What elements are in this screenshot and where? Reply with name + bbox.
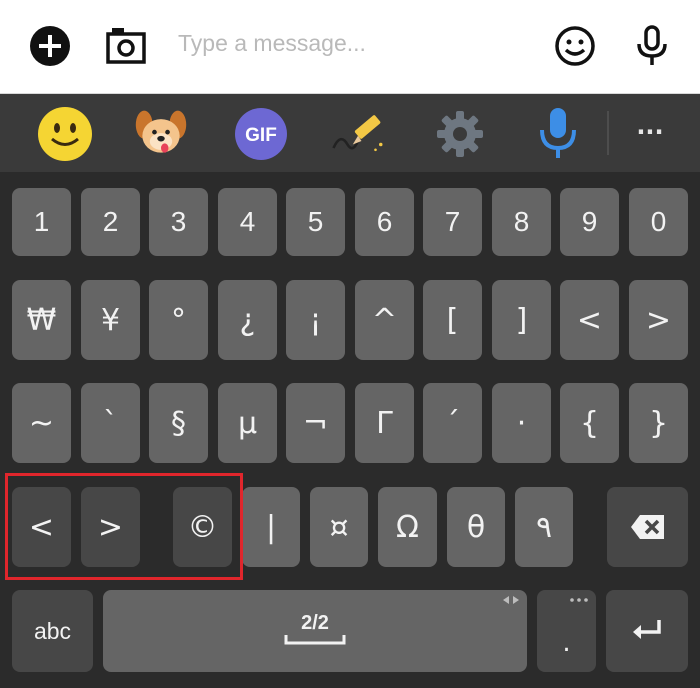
emoji-face-icon[interactable]: [37, 106, 93, 162]
space-icon: [284, 634, 346, 644]
highlight-box: [5, 473, 243, 580]
symbol-keyboard: 1 2 3 4 5 6 7 8 9 0 ₩ ¥ ° ¿ ¡ ^ [ ] < > …: [0, 172, 700, 688]
emoji-icon[interactable]: [551, 22, 599, 70]
compose-bar: Type a message...: [0, 0, 700, 94]
key-left-bracket[interactable]: [: [423, 280, 482, 360]
more-dots-icon: [570, 598, 588, 602]
key-inverted-question[interactable]: ¿: [218, 280, 277, 360]
message-input[interactable]: Type a message...: [178, 30, 366, 57]
backspace-icon: [630, 515, 664, 539]
key-theta[interactable]: θ: [447, 487, 505, 567]
key-not[interactable]: ¬: [286, 383, 345, 463]
key-middle-dot[interactable]: ·: [492, 383, 551, 463]
key-0[interactable]: 0: [629, 188, 688, 256]
key-micro[interactable]: µ: [218, 383, 277, 463]
key-won[interactable]: ₩: [12, 280, 71, 360]
microphone-icon[interactable]: [628, 22, 676, 70]
key-degree[interactable]: °: [149, 280, 208, 360]
key-greater-than[interactable]: >: [629, 280, 688, 360]
enter-icon: [633, 620, 661, 639]
period-label: .: [562, 628, 571, 658]
handwriting-icon[interactable]: [330, 106, 386, 162]
key-8[interactable]: 8: [492, 188, 551, 256]
add-icon[interactable]: [26, 22, 74, 70]
toolbar-divider: [607, 111, 609, 155]
abc-key[interactable]: abc: [12, 590, 93, 672]
key-right-brace[interactable]: }: [629, 383, 688, 463]
key-9[interactable]: 9: [560, 188, 619, 256]
gif-label: GIF: [245, 125, 277, 146]
key-backtick[interactable]: `: [81, 383, 140, 463]
key-right-bracket[interactable]: ]: [492, 280, 551, 360]
cursor-arrows-icon: [503, 596, 519, 604]
key-currency[interactable]: ¤: [310, 487, 368, 567]
key-acute[interactable]: ´: [423, 383, 482, 463]
key-inverted-exclamation[interactable]: ¡: [286, 280, 345, 360]
key-section[interactable]: §: [149, 383, 208, 463]
key-symbol[interactable]: ٩: [515, 487, 573, 567]
backspace-key[interactable]: [607, 487, 688, 567]
sticker-icon[interactable]: [133, 106, 189, 162]
key-3[interactable]: 3: [149, 188, 208, 256]
key-yen[interactable]: ¥: [81, 280, 140, 360]
key-omega[interactable]: Ω: [378, 487, 437, 567]
enter-key[interactable]: [606, 590, 688, 672]
key-7[interactable]: 7: [423, 188, 482, 256]
key-pipe[interactable]: |: [242, 487, 300, 567]
camera-icon[interactable]: [102, 22, 150, 70]
key-2[interactable]: 2: [81, 188, 140, 256]
key-left-brace[interactable]: {: [560, 383, 619, 463]
page-indicator: 2/2: [301, 611, 329, 634]
key-5[interactable]: 5: [286, 188, 345, 256]
key-1[interactable]: 1: [12, 188, 71, 256]
key-less-than[interactable]: <: [560, 280, 619, 360]
gear-icon[interactable]: [432, 106, 488, 162]
period-key[interactable]: .: [537, 590, 596, 672]
more-options-button[interactable]: ···: [630, 114, 670, 150]
key-6[interactable]: 6: [355, 188, 414, 256]
keyboard-toolbar: GIF ···: [0, 94, 700, 172]
voice-input-icon[interactable]: [530, 106, 586, 162]
space-bar[interactable]: 2/2: [103, 590, 527, 672]
gif-icon[interactable]: GIF: [233, 106, 289, 162]
key-caret[interactable]: ^: [355, 280, 414, 360]
key-tilde[interactable]: ~: [12, 383, 71, 463]
key-gamma[interactable]: Γ: [355, 383, 414, 463]
key-4[interactable]: 4: [218, 188, 277, 256]
